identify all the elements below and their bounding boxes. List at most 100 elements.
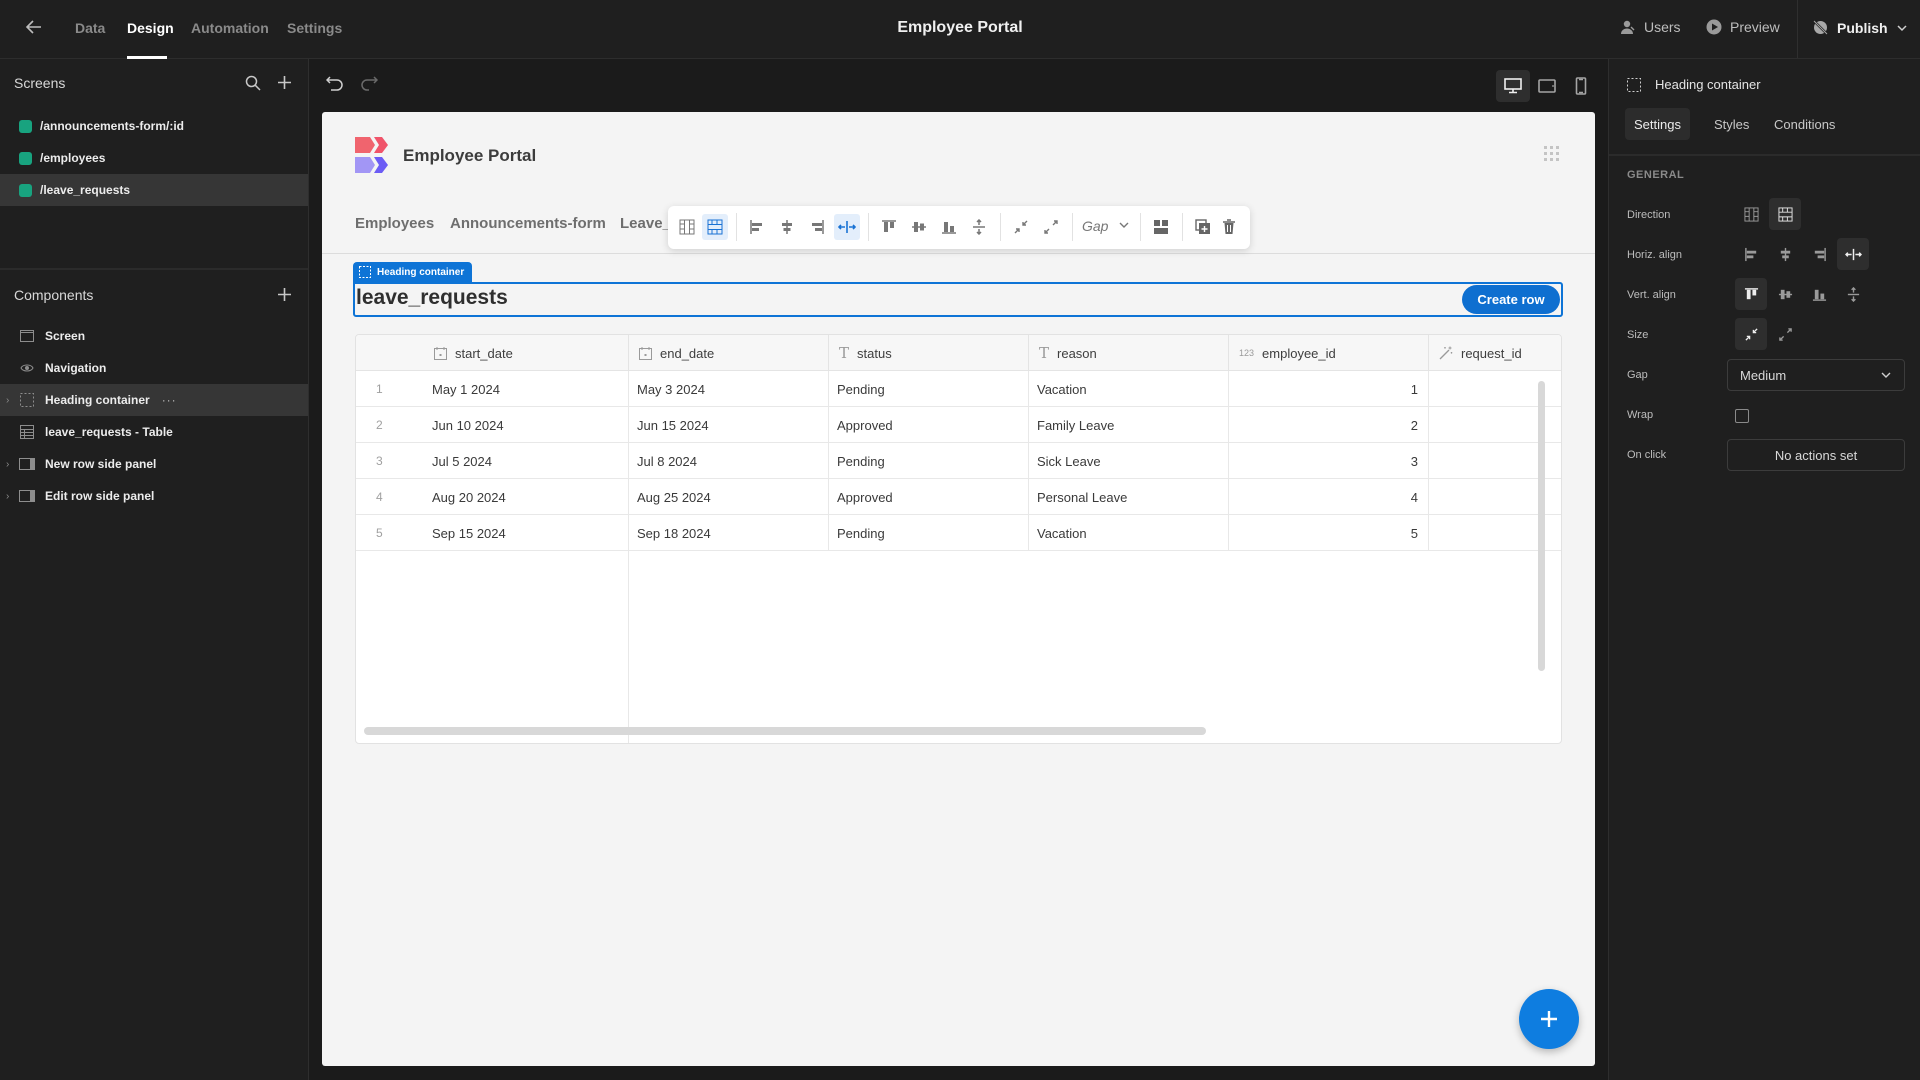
valign-middle-button[interactable] — [906, 214, 932, 240]
align-stretch-button[interactable] — [834, 214, 860, 240]
horiz-align-stretch-button[interactable] — [1837, 238, 1869, 270]
component-item-table[interactable]: leave_requests - Table — [0, 416, 308, 448]
cell-status[interactable]: Pending — [829, 515, 1029, 551]
size-shrink-button[interactable] — [1008, 214, 1034, 240]
component-item-edit-row-side-panel[interactable]: › Edit row side panel — [0, 480, 308, 512]
cell-employee-id[interactable]: 5 — [1229, 515, 1429, 551]
cell-end-date[interactable]: May 3 2024 — [629, 371, 829, 407]
duplicate-button[interactable] — [1190, 214, 1216, 240]
tab-data[interactable]: Data — [75, 20, 105, 36]
size-shrink-button[interactable] — [1735, 318, 1767, 350]
cell-end-date[interactable]: Jun 15 2024 — [629, 407, 829, 443]
valign-stretch-button[interactable] — [966, 214, 992, 240]
column-header-employee-id[interactable]: 123 employee_id — [1229, 335, 1429, 371]
cell-start-date[interactable]: May 1 2024 — [424, 371, 629, 407]
cell-employee-id[interactable]: 3 — [1229, 443, 1429, 479]
onclick-actions-button[interactable]: No actions set — [1727, 439, 1905, 471]
chevron-right-icon[interactable]: › — [6, 395, 16, 406]
heading-container[interactable]: leave_requests Create row — [353, 282, 1563, 317]
chevron-right-icon[interactable]: › — [6, 491, 16, 502]
desktop-view-button[interactable] — [1496, 70, 1530, 102]
screen-item-leave-requests[interactable]: /leave_requests — [0, 174, 308, 206]
column-header-status[interactable]: T status — [829, 335, 1029, 371]
vert-align-top-button[interactable] — [1735, 278, 1767, 310]
size-grow-button[interactable] — [1769, 318, 1801, 350]
direction-rows-button[interactable] — [1769, 198, 1801, 230]
tab-automation[interactable]: Automation — [191, 20, 269, 36]
delete-button[interactable] — [1216, 214, 1242, 240]
tab-settings[interactable]: Settings — [1625, 108, 1690, 140]
cell-reason[interactable]: Personal Leave — [1029, 479, 1229, 515]
vert-align-stretch-button[interactable] — [1837, 278, 1869, 310]
publish-button[interactable]: Publish — [1812, 19, 1908, 36]
cell-reason[interactable]: Sick Leave — [1029, 443, 1229, 479]
component-item-new-row-side-panel[interactable]: › New row side panel — [0, 448, 308, 480]
heading-container-tag[interactable]: Heading container — [353, 262, 473, 282]
cell-end-date[interactable]: Jul 8 2024 — [629, 443, 829, 479]
create-row-button[interactable]: Create row — [1462, 285, 1560, 314]
search-screens-button[interactable] — [245, 75, 261, 94]
add-component-button[interactable] — [277, 287, 292, 305]
cell-reason[interactable]: Vacation — [1029, 371, 1229, 407]
mobile-view-button[interactable] — [1564, 70, 1598, 102]
column-header-request-id[interactable]: request_id — [1429, 335, 1561, 371]
cell-employee-id[interactable]: 1 — [1229, 371, 1429, 407]
heading-title[interactable]: leave_requests — [356, 286, 508, 310]
table-row[interactable]: 1 May 1 2024 May 3 2024 Pending Vacation 1 — [356, 371, 1561, 407]
valign-bottom-button[interactable] — [936, 214, 962, 240]
cell-start-date[interactable]: Jul 5 2024 — [424, 443, 629, 479]
column-header-start-date[interactable]: start_date — [424, 335, 629, 371]
horizontal-scrollbar[interactable] — [364, 727, 1206, 735]
undo-button[interactable] — [325, 74, 344, 97]
nav-link-announcements-form[interactable]: Announcements-form — [450, 215, 606, 232]
horiz-align-right-button[interactable] — [1803, 238, 1835, 270]
cell-end-date[interactable]: Sep 18 2024 — [629, 515, 829, 551]
cell-start-date[interactable]: Sep 15 2024 — [424, 515, 629, 551]
component-item-navigation[interactable]: Navigation — [0, 352, 308, 384]
design-canvas[interactable]: Employee Portal Employees Announcements-… — [322, 112, 1595, 1066]
cell-status[interactable]: Approved — [829, 407, 1029, 443]
gap-dropdown-button[interactable] — [1118, 218, 1130, 236]
nav-link-leave-requests[interactable]: Leave_ — [620, 215, 671, 232]
tab-settings[interactable]: Settings — [287, 20, 342, 36]
direction-rows-button[interactable] — [702, 214, 728, 240]
cell-employee-id[interactable]: 4 — [1229, 479, 1429, 515]
screen-item-announcements-form[interactable]: /announcements-form/:id — [0, 110, 308, 142]
column-header-reason[interactable]: T reason — [1029, 335, 1229, 371]
tab-styles[interactable]: Styles — [1705, 108, 1758, 140]
horiz-align-left-button[interactable] — [1735, 238, 1767, 270]
users-button[interactable]: Users — [1620, 19, 1681, 35]
preview-button[interactable]: Preview — [1706, 19, 1780, 35]
gap-select[interactable]: Medium — [1727, 359, 1905, 391]
screen-item-employees[interactable]: /employees — [0, 142, 308, 174]
column-header-end-date[interactable]: end_date — [629, 335, 829, 371]
tab-design[interactable]: Design — [127, 20, 174, 36]
cell-reason[interactable]: Family Leave — [1029, 407, 1229, 443]
table-row[interactable]: 3 Jul 5 2024 Jul 8 2024 Pending Sick Leave 3 — [356, 443, 1561, 479]
add-component-fab[interactable] — [1519, 989, 1579, 1049]
size-grow-button[interactable] — [1038, 214, 1064, 240]
cell-status[interactable]: Pending — [829, 371, 1029, 407]
horiz-align-center-button[interactable] — [1769, 238, 1801, 270]
cell-employee-id[interactable]: 2 — [1229, 407, 1429, 443]
direction-columns-button[interactable] — [1735, 198, 1767, 230]
gap-dropdown-label[interactable]: Gap — [1082, 218, 1108, 234]
direction-columns-button[interactable] — [674, 214, 700, 240]
vertical-scrollbar[interactable] — [1538, 381, 1545, 671]
align-center-button[interactable] — [774, 214, 800, 240]
table-row[interactable]: 2 Jun 10 2024 Jun 15 2024 Approved Family Le… — [356, 407, 1561, 443]
chevron-right-icon[interactable]: › — [6, 459, 16, 470]
table-row[interactable]: 5 Sep 15 2024 Sep 18 2024 Pending Vacation 5 — [356, 515, 1561, 551]
more-options-icon[interactable]: ··· — [162, 393, 177, 407]
wrap-layout-button[interactable] — [1148, 214, 1174, 240]
cell-status[interactable]: Pending — [829, 443, 1029, 479]
vert-align-middle-button[interactable] — [1769, 278, 1801, 310]
component-item-screen[interactable]: Screen — [0, 320, 308, 352]
drag-grid-icon[interactable] — [1544, 146, 1560, 162]
cell-start-date[interactable]: Jun 10 2024 — [424, 407, 629, 443]
wrap-checkbox[interactable] — [1735, 409, 1749, 423]
valign-top-button[interactable] — [876, 214, 902, 240]
cell-reason[interactable]: Vacation — [1029, 515, 1229, 551]
add-screen-button[interactable] — [277, 75, 292, 93]
cell-end-date[interactable]: Aug 25 2024 — [629, 479, 829, 515]
